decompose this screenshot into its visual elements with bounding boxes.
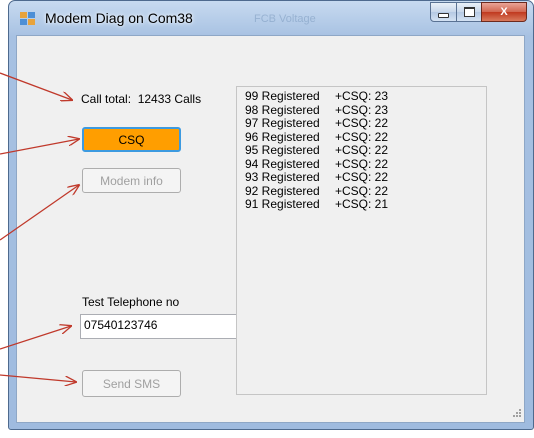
arrow-icon	[0, 374, 76, 382]
arrow-icon	[0, 139, 79, 155]
arrow-icon	[0, 72, 72, 100]
annotation-arrows	[0, 72, 534, 438]
arrow-icon	[0, 326, 71, 350]
arrow-icon	[0, 185, 79, 241]
